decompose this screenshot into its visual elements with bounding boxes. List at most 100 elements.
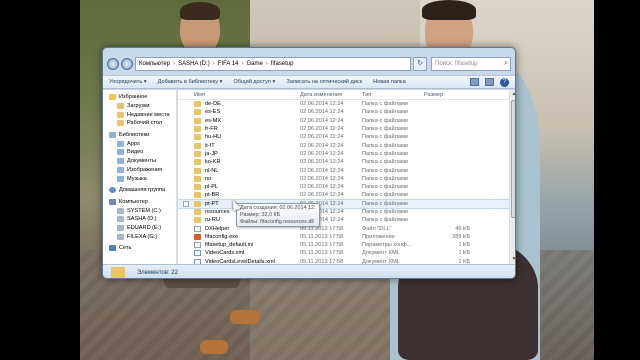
back-button[interactable] [107, 58, 119, 70]
file-row[interactable]: resources 02.06.2014 12:24 Папка с файлами [178, 208, 509, 216]
scroll-thumb[interactable] [511, 100, 515, 218]
file-name-cell: nl-NL [178, 167, 298, 174]
nav-item[interactable]: Изображения [103, 166, 176, 175]
file-name: ru-RU [205, 217, 220, 224]
nav-item-label: Музыка [127, 175, 147, 182]
nav-item-label: Видео [127, 149, 144, 156]
view-options-icon[interactable] [470, 78, 479, 86]
folder-icon [194, 142, 201, 149]
nav-item[interactable]: Сеть [103, 244, 176, 253]
new-folder-button[interactable]: Новая папка [373, 79, 406, 85]
refresh-icon[interactable]: ↻ [413, 57, 427, 71]
column-type[interactable]: Тип [360, 92, 422, 98]
nav-item[interactable]: SASHA (D:) [103, 215, 176, 224]
folder-icon [194, 217, 201, 224]
column-name[interactable]: Имя [178, 92, 298, 98]
file-row[interactable]: es-MX 02.06.2014 12:24 Папка с файлами [178, 117, 509, 125]
nav-item-label: SASHA (D:) [127, 216, 157, 223]
tooltip-created: Дата создания: 02.06.2014 12:24 [240, 205, 316, 211]
file-type: Папка с файлами [362, 159, 408, 166]
file-icon [194, 225, 201, 232]
file-type: Папка с файлами [362, 126, 408, 133]
nav-item[interactable]: Компьютер [103, 198, 176, 207]
scroll-down-icon[interactable]: ▼ [511, 256, 515, 263]
share-menu[interactable]: Общий доступ ▾ [233, 79, 275, 85]
address-segment[interactable]: fifasetup [271, 61, 294, 67]
row-checkbox[interactable] [183, 200, 189, 207]
address-segment[interactable]: Компьютер [139, 61, 170, 67]
search-icon[interactable]: ⌕ [504, 60, 508, 68]
file-name-cell: fifaconfig.exe [178, 233, 298, 240]
file-row[interactable]: pt-PT 02.06.2014 12:24 Папка с файлами [178, 198, 509, 209]
nav-item[interactable]: EDUARD (E:) [103, 224, 176, 233]
nav-item[interactable]: Загрузки [103, 102, 176, 111]
nav-item[interactable]: Домашняя группа [103, 186, 176, 195]
file-name-cell: ko-KR [178, 159, 298, 166]
file-row[interactable]: pt-BR 02.06.2014 12:24 Папка с файлами [178, 191, 509, 199]
address-segment[interactable]: FIFA 14 [218, 61, 239, 67]
file-row[interactable]: hu-HU 02.06.2014 12:24 Папка с файлами [178, 133, 509, 141]
address-bar[interactable]: Компьютер › SASHA (D:) › FIFA 14 › Game › fi… [135, 57, 411, 71]
nav-item[interactable]: Библиотеки [103, 131, 176, 140]
file-row[interactable]: pl-PL 02.06.2014 12:24 Папка с файлами [178, 183, 509, 191]
folder-icon [194, 200, 201, 207]
address-segment[interactable]: SASHA (D:) [178, 61, 210, 67]
file-name: pt-PT [205, 200, 219, 207]
file-name-cell: no [178, 175, 298, 182]
nav-item[interactable]: Рабочий стол [103, 119, 176, 128]
nav-item[interactable]: Apps [103, 139, 176, 148]
file-row[interactable]: es-ES 02.06.2014 12:24 Папка с файлами [178, 108, 509, 116]
nav-item[interactable]: SYSTEM (C:) [103, 206, 176, 215]
drive-icon [117, 233, 124, 240]
nav-item[interactable]: Видео [103, 148, 176, 157]
nav-item[interactable]: Музыка [103, 174, 176, 183]
search-input[interactable]: Поиск: fifasetup ⌕ [431, 57, 511, 71]
nav-item[interactable]: Документы [103, 157, 176, 166]
xml-file-icon [194, 250, 201, 257]
file-list: Имя Дата изменения Тип Размер de-DE 02.06… [178, 90, 509, 264]
file-row[interactable]: ja-JP 02.06.2014 12:24 Папка с файлами [178, 150, 509, 158]
status-bar: Элементов: 22 [103, 264, 515, 278]
file-row[interactable]: nl-NL 02.06.2014 12:24 Папка с файлами [178, 166, 509, 174]
add-to-library-menu[interactable]: Добавить в библиотеку ▾ [158, 79, 223, 85]
folder-icon [194, 109, 201, 116]
file-size: 389 КБ [452, 233, 470, 240]
file-row[interactable]: de-DE 02.06.2014 12:24 Папка с файлами [178, 100, 509, 108]
file-row[interactable]: ru-RU 02.06.2014 12:24 Папка с файлами [178, 216, 509, 224]
forward-button[interactable] [121, 58, 133, 70]
nav-item[interactable]: Избранное [103, 93, 176, 102]
column-size[interactable]: Размер [422, 92, 484, 98]
folder-icon [194, 184, 201, 191]
file-type: Папка с файлами [362, 150, 408, 157]
help-icon[interactable]: ? [500, 77, 509, 87]
folder-icon [194, 192, 201, 199]
folder-icon [194, 134, 201, 141]
file-row[interactable]: VideoCards.xml 05.11.2013 17:58 Документ X… [178, 249, 509, 257]
file-date: 02.06.2014 12:24 [300, 192, 344, 199]
organize-menu[interactable]: Упорядочить ▾ [109, 79, 147, 85]
file-row[interactable]: it-IT 02.06.2014 12:24 Папка с файлами [178, 141, 509, 149]
file-row[interactable]: DXHelper 05.11.2013 17:58 Файл "DLL" 46 КБ [178, 224, 509, 232]
burn-disc-button[interactable]: Записать на оптический диск [286, 79, 362, 85]
file-name-cell: pl-PL [178, 184, 298, 191]
scroll-up-icon[interactable]: ▲ [511, 91, 515, 98]
address-segment[interactable]: Game [246, 61, 262, 67]
file-row[interactable]: ko-KR 02.06.2014 12:24 Папка с файлами [178, 158, 509, 166]
file-name-cell: ja-JP [178, 150, 298, 157]
library-icon [117, 166, 124, 173]
column-date[interactable]: Дата изменения [298, 92, 360, 98]
file-row[interactable]: fifasetup_default.ini 05.11.2013 17:58 Пар… [178, 241, 509, 249]
vertical-scrollbar[interactable]: ▲ ▼ [509, 90, 515, 264]
nav-item[interactable]: FILEXA (G:) [103, 232, 176, 241]
file-name-cell: it-IT [178, 142, 298, 149]
file-size: 1 КБ [458, 250, 470, 257]
file-rows: de-DE 02.06.2014 12:24 Папка с файлами es-E… [178, 100, 509, 264]
file-row[interactable]: fr-FR 02.06.2014 12:24 Папка с файлами [178, 125, 509, 133]
folder-icon [194, 175, 201, 182]
file-type: Параметры конф... [362, 242, 412, 249]
file-row[interactable]: fifaconfig.exe 05.11.2013 17:58 Приложение… [178, 233, 509, 241]
preview-pane-icon[interactable] [485, 78, 494, 86]
chevron-right-icon: › [173, 61, 176, 67]
file-row[interactable]: no 02.06.2014 12:24 Папка с файлами [178, 175, 509, 183]
nav-item[interactable]: Недавние места [103, 110, 176, 119]
